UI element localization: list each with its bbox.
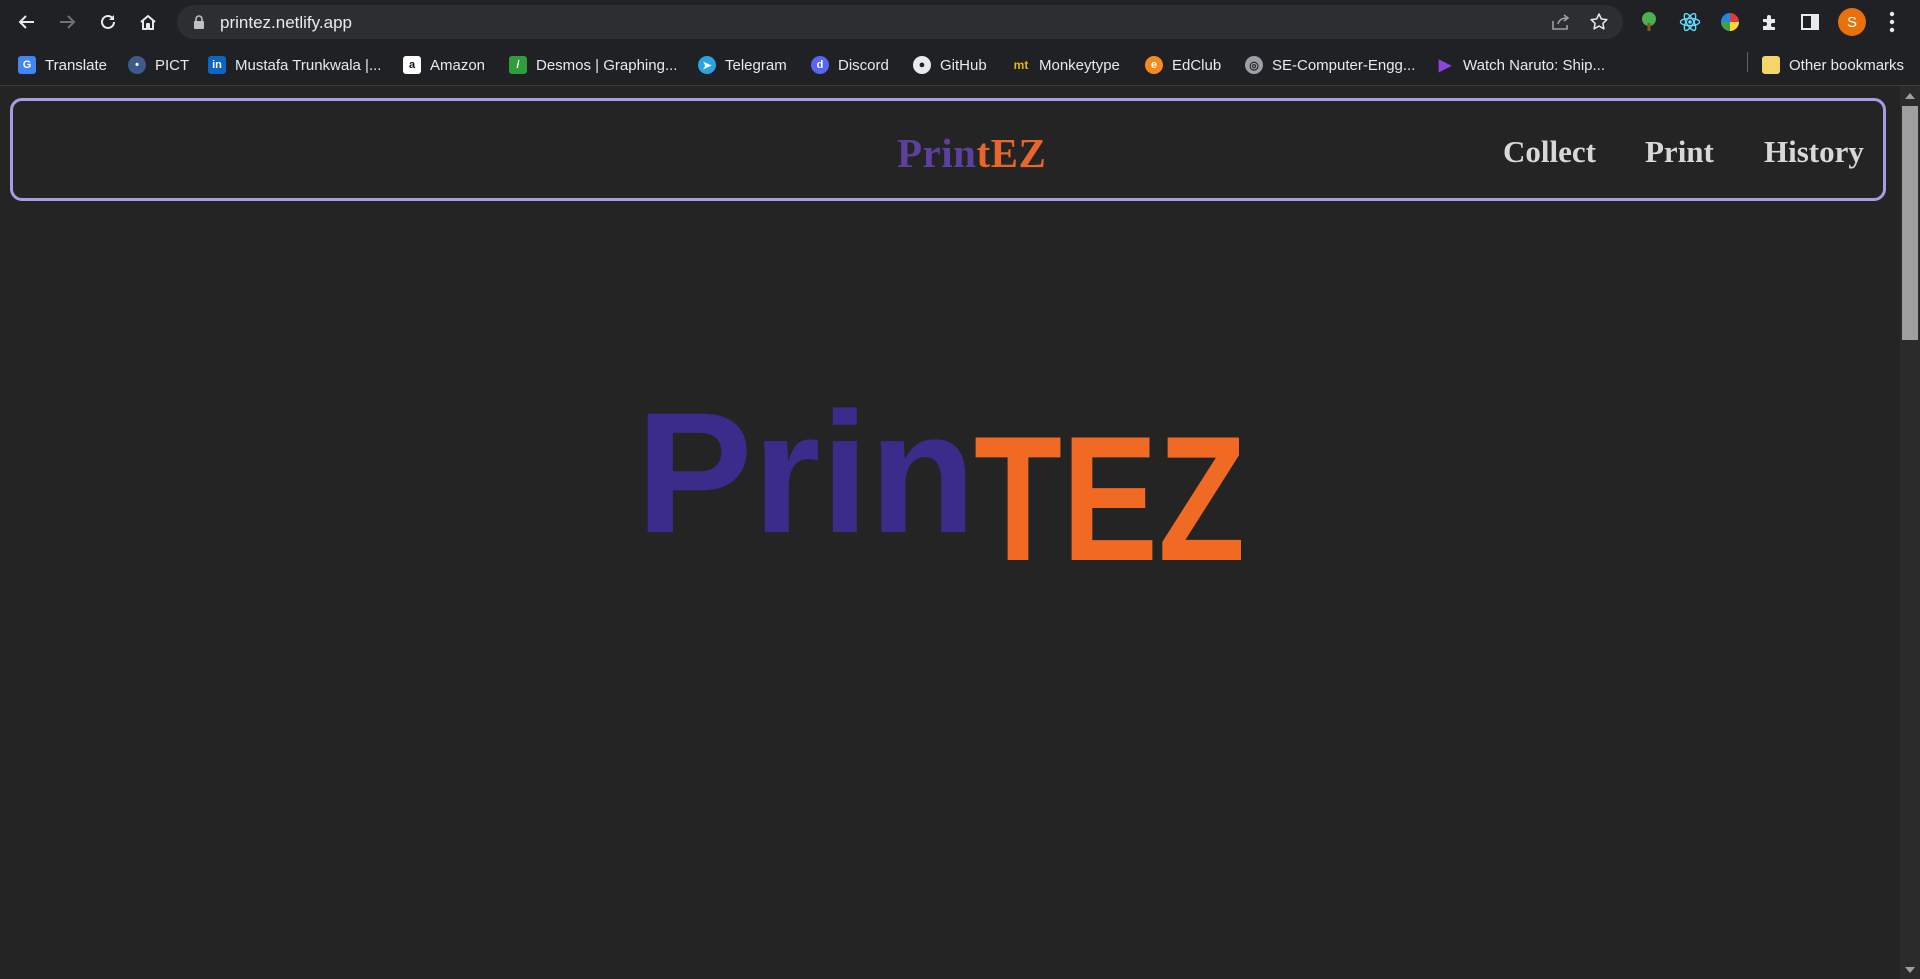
star-icon[interactable] <box>1589 12 1609 32</box>
bookmark-watch-naruto[interactable]: ▶ Watch Naruto: Ship... <box>1436 53 1605 77</box>
bookmark-label: Mustafa Trunkwala |... <box>235 56 382 74</box>
brand-part-orange: tEZ <box>976 130 1047 176</box>
scroll-down-icon[interactable] <box>1904 966 1916 974</box>
side-panel-icon[interactable] <box>1798 10 1822 34</box>
arrow-left-icon <box>18 15 34 29</box>
bookmark-label: EdClub <box>1172 56 1222 74</box>
linkedin-icon: in <box>208 56 226 74</box>
share-icon[interactable] <box>1551 13 1571 31</box>
brand-logo[interactable]: PrintEZ <box>897 129 1046 177</box>
bookmark-edclub[interactable]: e EdClub <box>1145 53 1221 77</box>
address-bar[interactable]: printez.netlify.app <box>177 5 1623 39</box>
google-translate-icon: G <box>18 56 36 74</box>
bookmark-se-computer-engg[interactable]: ◎ SE-Computer-Engg... <box>1245 53 1415 77</box>
bookmark-label: Watch Naruto: Ship... <box>1463 56 1606 74</box>
bookmark-label: SE-Computer-Engg... <box>1272 56 1416 74</box>
bookmarks-bar: G Translate • PICT in Mustafa Trunkwala … <box>0 45 1920 86</box>
globe-icon: ◎ <box>1245 56 1263 74</box>
nav-link-history[interactable]: History <box>1764 134 1864 170</box>
bookmark-label: Translate <box>45 56 107 74</box>
forward-button[interactable] <box>51 6 83 38</box>
bookmark-label: Monkeytype <box>1039 56 1120 74</box>
lock-icon <box>194 15 204 29</box>
more-menu-icon[interactable] <box>1880 9 1904 35</box>
bookmark-label: Discord <box>838 56 889 74</box>
bookmark-label: GitHub <box>940 56 987 74</box>
bookmark-label: PICT <box>155 56 190 74</box>
nav-link-collect[interactable]: Collect <box>1503 134 1596 170</box>
puzzle-extensions-icon[interactable] <box>1758 10 1782 34</box>
reload-button[interactable] <box>92 6 124 38</box>
play-icon: ▶ <box>1438 57 1452 74</box>
bookmark-telegram[interactable]: ➤ Telegram <box>698 53 787 77</box>
brand-part-purple: Prin <box>897 130 977 176</box>
github-icon: ● <box>913 56 931 74</box>
other-bookmarks-label: Other bookmarks <box>1789 56 1905 74</box>
monkeytype-icon: mt <box>1013 58 1029 72</box>
bookmark-discord[interactable]: d Discord <box>811 53 889 77</box>
scroll-up-icon[interactable] <box>1904 92 1916 100</box>
hero-logo-purple-text: Prin <box>636 400 976 569</box>
nav-link-print[interactable]: Print <box>1645 134 1714 170</box>
arrow-right-icon <box>60 15 76 29</box>
bookmark-linkedin[interactable]: in Mustafa Trunkwala |... <box>208 53 381 77</box>
bookmark-desmos[interactable]: / Desmos | Graphing... <box>509 53 677 77</box>
home-button[interactable] <box>132 6 164 38</box>
bookmark-label: Telegram <box>725 56 787 74</box>
bookmark-github[interactable]: ● GitHub <box>913 53 987 77</box>
reload-icon <box>101 14 115 29</box>
bookmark-amazon[interactable]: a Amazon <box>403 53 485 77</box>
home-icon <box>140 15 156 30</box>
desmos-icon: / <box>509 56 527 74</box>
back-button[interactable] <box>11 6 43 38</box>
hero-logo: Prin TEZ <box>636 400 1241 580</box>
edclub-icon: e <box>1145 56 1163 74</box>
tree-extension-icon[interactable] <box>1637 10 1661 34</box>
site-navbar: PrintEZ Collect Print History <box>10 98 1886 201</box>
browser-toolbar: printez.netlify.app S <box>0 0 1920 45</box>
color-picker-extension-icon[interactable] <box>1718 10 1742 34</box>
bookmark-label: Amazon <box>430 56 486 74</box>
amazon-icon: a <box>403 56 421 74</box>
profile-avatar[interactable]: S <box>1838 8 1866 36</box>
scrollbar-thumb[interactable] <box>1902 106 1918 340</box>
url-text: printez.netlify.app <box>220 13 352 32</box>
pict-icon: • <box>128 56 146 74</box>
bookmark-monkeytype[interactable]: mt Monkeytype <box>1012 53 1120 77</box>
discord-icon: d <box>811 56 829 74</box>
other-bookmarks[interactable]: Other bookmarks <box>1762 53 1904 77</box>
bookmark-pict[interactable]: • PICT <box>128 53 189 77</box>
bookmark-translate[interactable]: G Translate <box>18 53 107 77</box>
bookmark-label: Desmos | Graphing... <box>536 56 678 74</box>
bookmarks-separator <box>1747 52 1748 72</box>
telegram-icon: ➤ <box>698 56 716 74</box>
react-devtools-icon[interactable] <box>1678 10 1702 34</box>
folder-icon <box>1762 56 1780 74</box>
hero-logo-orange-text: TEZ <box>974 400 1241 580</box>
